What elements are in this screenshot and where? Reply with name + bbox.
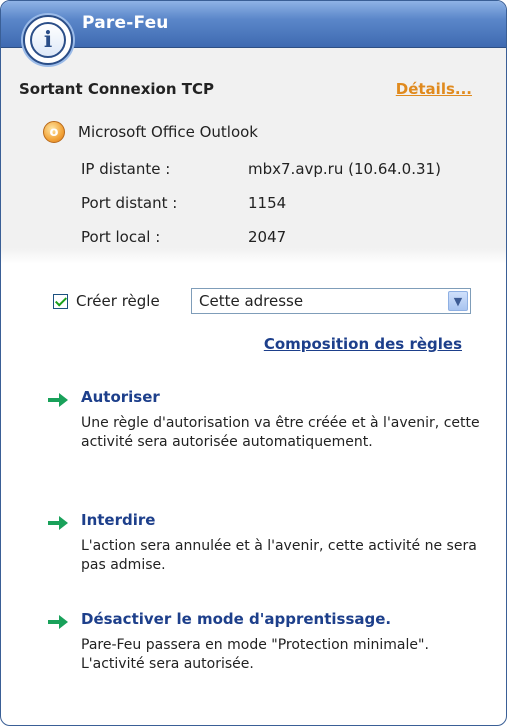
rule-scope-select[interactable]: Cette adresse ▼ [191,288,471,314]
create-rule-checkbox[interactable] [53,294,68,309]
remote-port-value: 1154 [248,194,287,212]
green-arrow-icon [48,615,68,629]
title-bar[interactable]: Pare-Feu [1,1,506,48]
info-icon: i [23,15,73,65]
disable-learning-description: Pare-Feu passera en mode "Protection min… [81,637,429,672]
create-rule-label[interactable]: Créer règle [76,292,160,310]
local-port-value: 2047 [248,228,287,246]
remote-ip-value: mbx7.avp.ru (10.64.0.31) [248,160,441,178]
rules-composition-link[interactable]: Composition des règles [264,335,462,353]
details-link[interactable]: Détails... [396,80,472,98]
application-name: Microsoft Office Outlook [78,123,258,141]
green-arrow-icon [48,393,68,407]
block-description: L'action sera annulée et à l'avenir, cet… [81,538,477,573]
outlook-icon: o [43,121,65,143]
alert-heading: Sortant Connexion TCP [19,80,214,98]
remote-port-label: Port distant : [81,194,178,212]
local-port-label: Port local : [81,228,161,246]
chevron-down-icon[interactable]: ▼ [448,291,468,311]
rule-scope-selected: Cette adresse [199,292,304,310]
allow-action[interactable]: Autoriser [81,388,160,406]
allow-description: Une règle d'autorisation va être créée e… [81,415,480,450]
green-arrow-icon [48,516,68,530]
panel-divider [1,248,506,264]
disable-learning-action[interactable]: Désactiver le mode d'apprentissage. [81,610,391,628]
firewall-alert-window: Pare-Feu i Sortant Connexion TCP Détails… [0,0,507,726]
block-action[interactable]: Interdire [81,511,155,529]
window-title: Pare-Feu [82,13,169,33]
remote-ip-label: IP distante : [81,160,171,178]
